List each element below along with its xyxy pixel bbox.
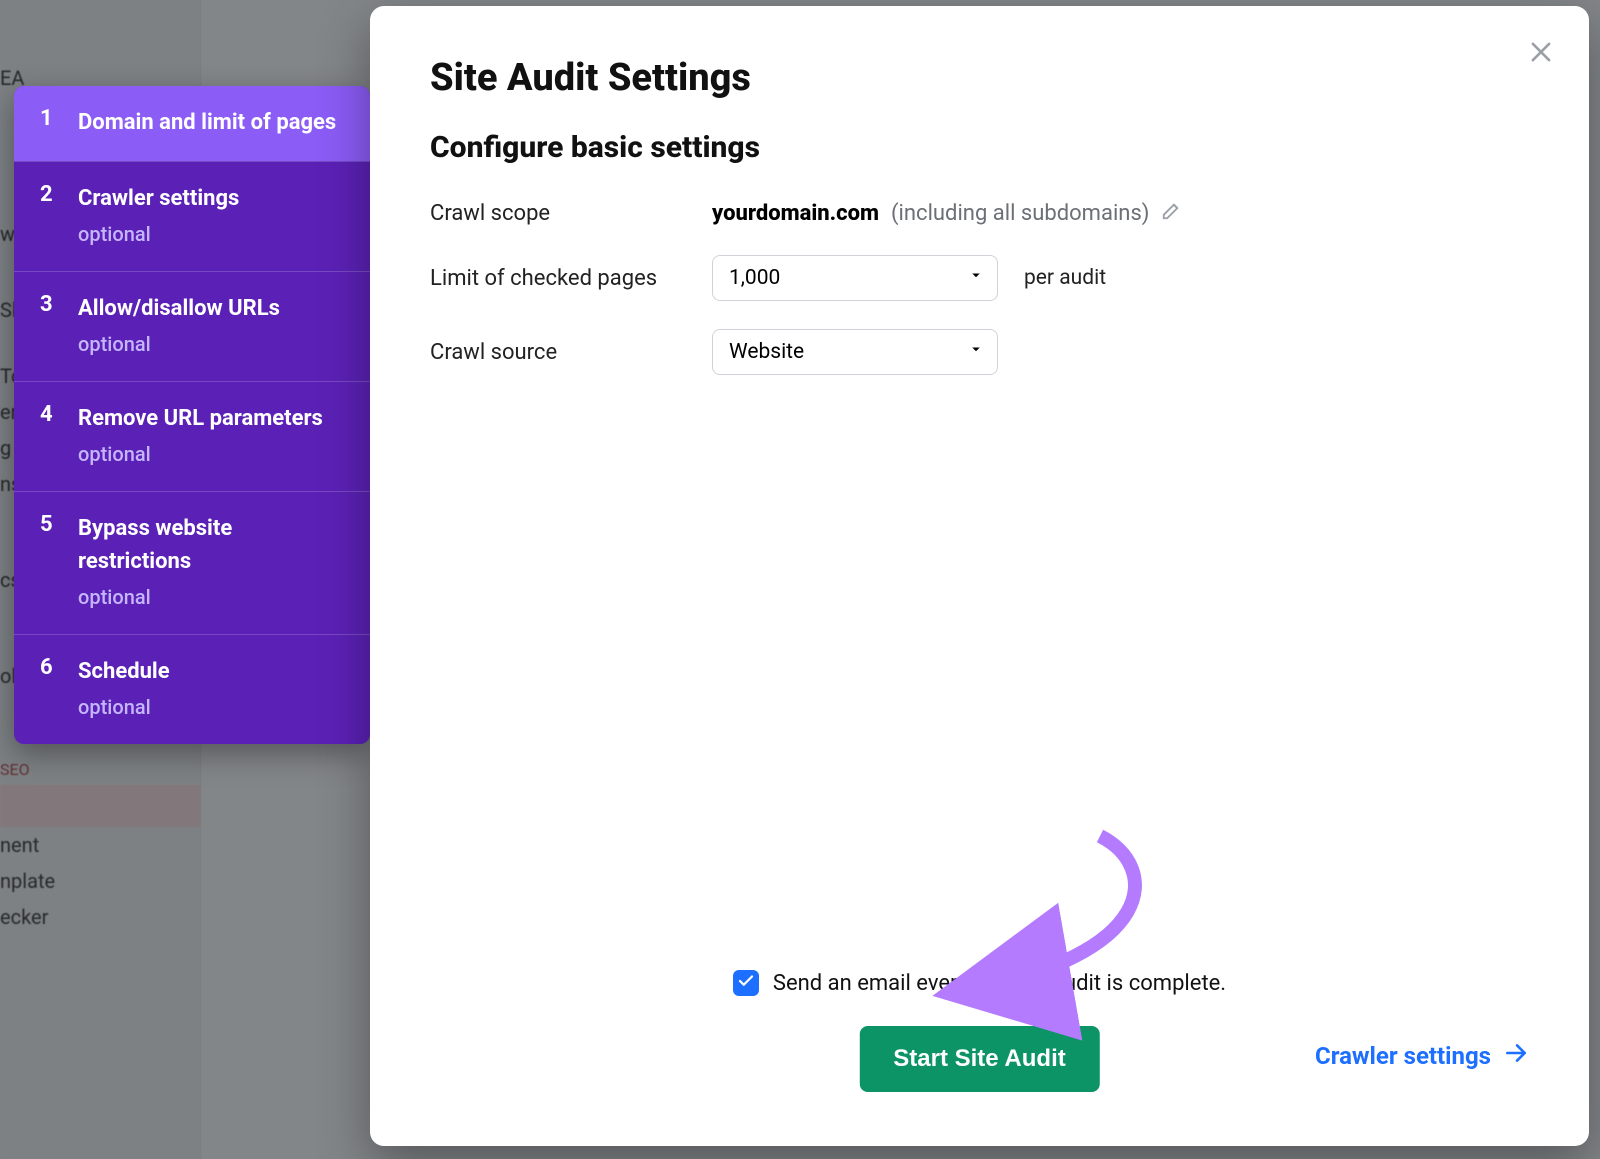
check-icon (737, 971, 755, 996)
wizard-step-title: Remove URL parameters (78, 406, 323, 431)
crawl-source-select[interactable]: Website (712, 329, 998, 375)
optional-label: optional (78, 692, 170, 722)
optional-label: optional (78, 439, 323, 469)
wizard-step-4[interactable]: 4 Remove URL parametersoptional (14, 381, 370, 491)
crawler-settings-link[interactable]: Crawler settings (1315, 1040, 1529, 1072)
wizard-step-5[interactable]: 5 Bypass website restrictionsoptional (14, 491, 370, 634)
optional-label: optional (78, 219, 239, 249)
wizard-step-title: Bypass website restrictions (78, 516, 232, 574)
wizard-step-1[interactable]: 1 Domain and limit of pages (14, 86, 370, 161)
chevron-down-icon (967, 266, 985, 290)
wizard-step-title: Schedule (78, 659, 170, 684)
chevron-down-icon (967, 340, 985, 364)
pencil-icon[interactable] (1161, 199, 1183, 227)
crawl-source-value: Website (729, 340, 804, 364)
start-site-audit-button[interactable]: Start Site Audit (859, 1026, 1099, 1092)
wizard-step-title: Allow/disallow URLs (78, 296, 280, 321)
wizard-steps: 1 Domain and limit of pages 2 Crawler se… (14, 86, 370, 744)
crawl-scope-row: Crawl scope yourdomain.com (including al… (430, 199, 1529, 227)
limit-pages-select[interactable]: 1,000 (712, 255, 998, 301)
optional-label: optional (78, 329, 280, 359)
wizard-step-title: Domain and limit of pages (78, 110, 336, 135)
wizard-step-2[interactable]: 2 Crawler settingsoptional (14, 161, 370, 271)
crawl-source-label: Crawl source (430, 340, 712, 365)
limit-pages-value: 1,000 (729, 266, 780, 290)
limit-pages-suffix: per audit (1024, 266, 1106, 290)
optional-label: optional (78, 582, 344, 612)
crawl-source-row: Crawl source Website (430, 329, 1529, 375)
crawl-scope-note: (including all subdomains) (891, 201, 1149, 226)
crawl-scope-domain: yourdomain.com (712, 201, 879, 226)
modal-footer: Send an email every time an audit is com… (430, 970, 1529, 1092)
wizard-step-title: Crawler settings (78, 186, 239, 211)
wizard-step-3[interactable]: 3 Allow/disallow URLsoptional (14, 271, 370, 381)
modal-title: Site Audit Settings (430, 56, 1529, 100)
crawl-scope-label: Crawl scope (430, 201, 712, 226)
email-notify-checkbox[interactable] (733, 970, 759, 996)
wizard-step-6[interactable]: 6 Scheduleoptional (14, 634, 370, 744)
modal-subtitle: Configure basic settings (430, 130, 1529, 165)
limit-pages-label: Limit of checked pages (430, 266, 712, 291)
email-notify-label: Send an email every time an audit is com… (773, 971, 1226, 996)
site-audit-settings-modal: Site Audit Settings Configure basic sett… (370, 6, 1589, 1146)
crawler-settings-link-label: Crawler settings (1315, 1042, 1491, 1070)
close-icon (1527, 38, 1555, 70)
arrow-right-icon (1503, 1040, 1529, 1072)
limit-pages-row: Limit of checked pages 1,000 per audit (430, 255, 1529, 301)
close-button[interactable] (1521, 34, 1561, 74)
email-notify-row: Send an email every time an audit is com… (430, 970, 1529, 996)
